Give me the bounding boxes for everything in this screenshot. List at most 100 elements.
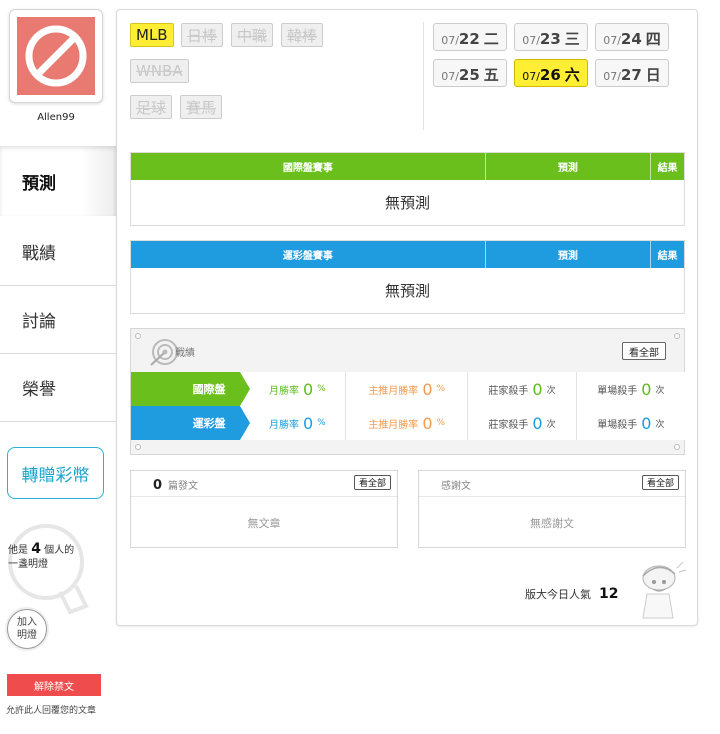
stat-unit: 次 xyxy=(546,385,556,396)
date-day: 26 xyxy=(539,66,561,84)
nav-label: 戰績 xyxy=(22,244,56,264)
thanks-box: 感謝文 看全部 無感謝文 xyxy=(418,470,686,548)
date-button[interactable]: 07/22 二 xyxy=(433,23,507,51)
nav-item-honor[interactable]: 榮譽 xyxy=(0,354,116,422)
posts-box: 0 篇發文 看全部 無文章 xyxy=(130,470,398,548)
sidebar: Allen99 預測 戰績 討論 榮譽 轉贈彩幣 他是 4 個人的 一盞明燈 加… xyxy=(0,0,116,734)
main-monthly-win-rate: 主推月勝率 0% xyxy=(346,406,469,440)
record-title: 戰績 xyxy=(175,348,195,359)
stat-unit: 次 xyxy=(655,385,665,396)
record-row-label: 運彩盤 xyxy=(131,406,250,440)
stat-unit: % xyxy=(317,384,326,394)
corner-dot xyxy=(135,444,141,450)
date-weekday: 三 xyxy=(564,30,580,48)
stat-label: 莊家殺手 xyxy=(488,385,529,397)
nav-item-predict[interactable]: 預測 xyxy=(0,146,116,216)
monthly-win-rate: 月勝率 0% xyxy=(250,406,347,440)
join-lightbulb-button[interactable]: 加入 明燈 xyxy=(7,609,47,649)
date-month: 07/ xyxy=(603,70,621,83)
date-button[interactable]: 07/27 日 xyxy=(595,59,669,87)
nav-item-record[interactable]: 戰績 xyxy=(0,218,116,286)
date-weekday: 六 xyxy=(564,66,580,84)
lottery-prediction-table: 運彩盤賽事 預測 結果 無預測 xyxy=(130,240,685,314)
lightbulb-text: 他是 4 個人的 一盞明燈 xyxy=(8,542,74,572)
date-month: 07/ xyxy=(441,34,459,47)
stat-value: 0 xyxy=(532,413,543,433)
stat-label: 月勝率 xyxy=(268,419,299,431)
join-label-1: 加入 xyxy=(17,617,37,628)
nav-label: 討論 xyxy=(22,312,56,332)
sport-tag-horse-racing[interactable]: 賽馬 xyxy=(180,95,223,119)
nav-label: 預測 xyxy=(22,173,56,194)
transfer-coins-button[interactable]: 轉贈彩幣 xyxy=(7,447,104,499)
column-header: 運彩盤賽事 xyxy=(131,241,486,268)
sport-tag-wnba[interactable]: WNBA xyxy=(130,59,189,83)
posts-view-all-button[interactable]: 看全部 xyxy=(353,475,391,490)
date-day: 23 xyxy=(539,30,561,48)
stat-unit: % xyxy=(436,418,446,428)
nav-item-discuss[interactable]: 討論 xyxy=(0,286,116,354)
stat-unit: 次 xyxy=(546,419,556,430)
intl-prediction-table: 國際盤賽事 預測 結果 無預測 xyxy=(130,152,685,226)
thanks-empty: 無感謝文 xyxy=(530,517,574,530)
stat-unit: % xyxy=(436,384,446,394)
sport-tag-npb[interactable]: 日棒 xyxy=(181,23,224,47)
popularity: 版大今日人氣 12 xyxy=(525,586,618,602)
date-button-selected[interactable]: 07/26 六 xyxy=(514,59,588,87)
mascot-illustration xyxy=(642,561,687,619)
banker-killer: 莊家殺手 0 次 xyxy=(468,406,577,440)
corner-dot xyxy=(674,444,680,450)
sport-tag-kbo[interactable]: 韓棒 xyxy=(281,23,324,47)
record-row-label: 國際盤 xyxy=(131,372,250,406)
date-button[interactable]: 07/23 三 xyxy=(514,23,588,51)
stat-value: 0 xyxy=(302,379,314,399)
date-day: 22 xyxy=(458,30,480,48)
bulb-count: 4 xyxy=(31,541,41,557)
stat-value: 0 xyxy=(641,413,652,433)
record-view-all-button[interactable]: 看全部 xyxy=(622,342,666,360)
sport-tag-cpbl[interactable]: 中職 xyxy=(231,23,274,47)
nav-label: 榮譽 xyxy=(22,380,56,400)
main-monthly-win-rate: 主推月勝率 0% xyxy=(346,372,469,406)
page-root: Allen99 預測 戰績 討論 榮譽 轉贈彩幣 他是 4 個人的 一盞明燈 加… xyxy=(0,0,720,734)
sport-tag-mlb[interactable]: MLB xyxy=(130,23,174,47)
main-panel: MLB 日棒 中職 韓棒 WNBA 足球 賽馬 07/22 二 07/23 三 07… xyxy=(116,9,698,626)
thanks-view-all-button[interactable]: 看全部 xyxy=(641,475,679,490)
single-game-killer: 單場殺手 0 次 xyxy=(577,406,685,440)
empty-message: 無預測 xyxy=(384,194,430,212)
date-month: 07/ xyxy=(603,34,621,47)
unban-note: 允許此人回覆您的文章 xyxy=(6,706,97,716)
record-row-intl: 國際盤 月勝率 0% 主推月勝率 0% 莊家殺手 0 次 單場殺手 0 次 xyxy=(131,372,685,406)
column-header: 國際盤賽事 xyxy=(131,153,486,180)
single-game-killer: 單場殺手 0 次 xyxy=(577,372,685,406)
corner-dot xyxy=(135,333,141,339)
posts-title: 0 篇發文 xyxy=(153,477,198,493)
date-day: 24 xyxy=(620,30,642,48)
date-month: 07/ xyxy=(522,34,540,47)
avatar-frame[interactable] xyxy=(9,9,103,103)
avatar xyxy=(17,17,95,95)
date-day: 25 xyxy=(458,66,480,84)
stat-value: 0 xyxy=(302,413,314,433)
no-entry-icon xyxy=(17,17,95,95)
sport-tag-soccer[interactable]: 足球 xyxy=(130,95,173,119)
bulb-line2: 一盞明燈 xyxy=(8,559,48,570)
posts-title-text: 篇發文 xyxy=(168,481,199,492)
date-button[interactable]: 07/24 四 xyxy=(595,23,669,51)
stat-unit: 次 xyxy=(655,419,665,430)
stat-value: 0 xyxy=(532,379,543,399)
stat-label: 單場殺手 xyxy=(597,385,638,397)
unban-button[interactable]: 解除禁文 xyxy=(7,674,101,696)
date-month: 07/ xyxy=(522,70,540,83)
stat-value: 0 xyxy=(422,413,433,433)
stat-label: 單場殺手 xyxy=(597,419,638,431)
thanks-title: 感謝文 xyxy=(441,481,471,492)
posts-empty: 無文章 xyxy=(247,517,281,530)
record-summary: 戰績 看全部 國際盤 月勝率 0% 主推月勝率 0% 莊家殺手 0 次 單場殺手 0 次 運… xyxy=(130,328,685,455)
date-month: 07/ xyxy=(441,70,459,83)
date-button[interactable]: 07/25 五 xyxy=(433,59,507,87)
popularity-value: 12 xyxy=(599,586,619,602)
stat-label: 月勝率 xyxy=(268,385,299,397)
divider xyxy=(423,22,424,130)
table-header: 國際盤賽事 預測 結果 xyxy=(131,153,684,180)
